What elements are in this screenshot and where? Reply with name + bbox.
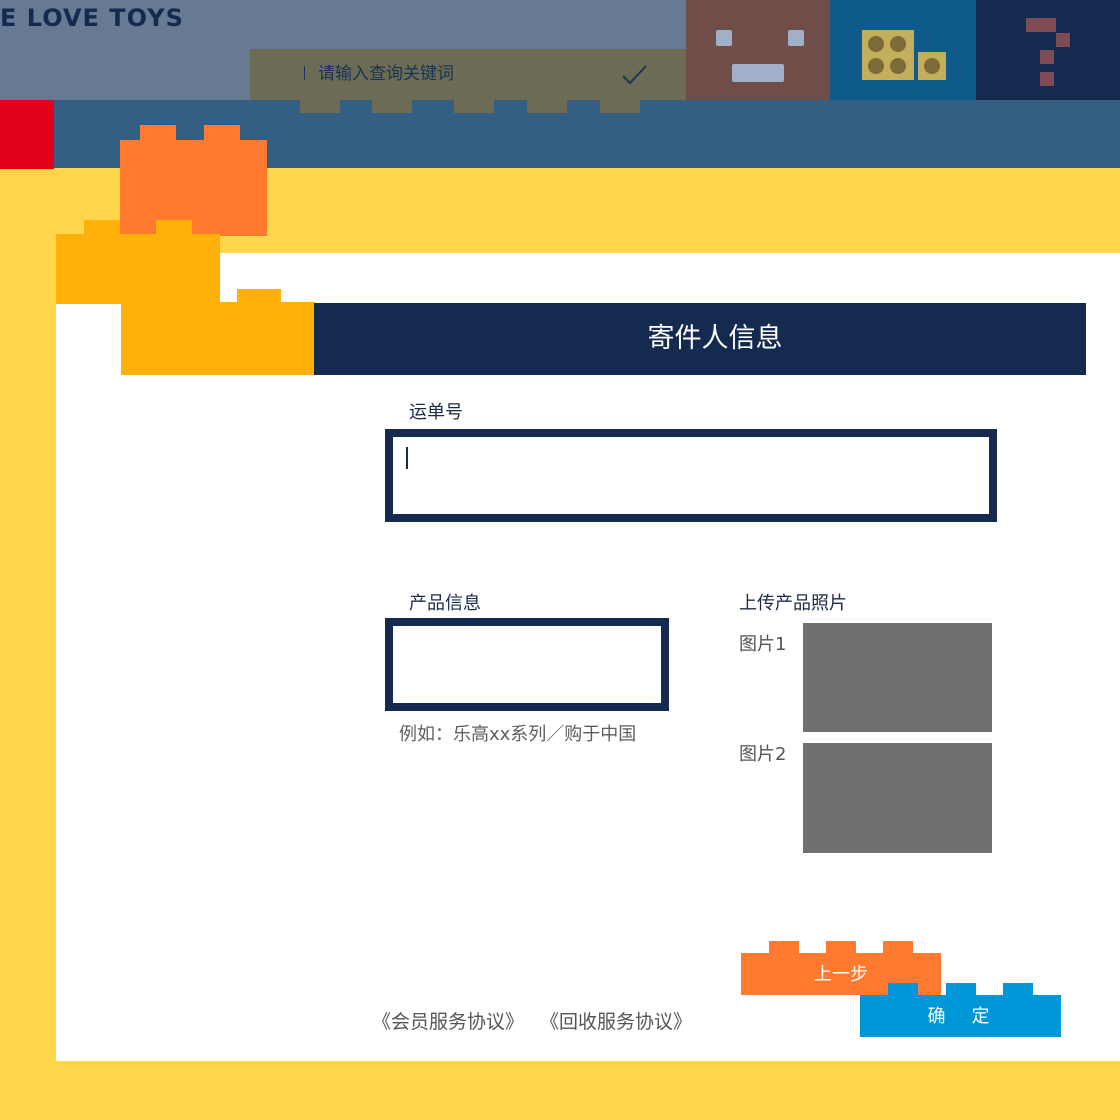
search-bar-stud [454,100,494,113]
brick-2x2-icon [862,30,914,80]
waybill-input[interactable] [385,429,997,522]
figure-piece-icon [1056,33,1070,47]
orange-brick-decoration [120,140,267,236]
search-input[interactable] [318,60,608,88]
recycle-agreement-link[interactable]: 《回收服务协议》 [540,1007,692,1034]
search-bar-stud [600,100,640,113]
yellow-brick-stud [156,220,192,235]
brand-logo-text: E LOVE TOYS [0,4,184,32]
product-info-label: 产品信息 [409,593,481,614]
orange-brick-stud [204,125,240,141]
toy-brick-illustration [830,0,976,100]
search-confirm-icon[interactable] [618,60,650,92]
toy-figure-illustration [976,0,1120,100]
brick-1x1-icon [918,52,946,80]
confirm-button[interactable]: 确 定 [860,995,1061,1037]
figure-piece-icon [1026,18,1056,32]
waybill-label: 运单号 [409,402,463,423]
product-info-hint: 例如：乐高xx系列／购于中国 [399,724,637,745]
product-info-input[interactable] [385,618,669,711]
search-caret [304,66,305,80]
image1-label: 图片1 [739,634,787,655]
yellow-brick-stud [237,289,281,303]
image2-upload-slot[interactable] [803,743,992,853]
page-title: 寄件人信息 [647,323,783,354]
toy-robot-illustration [686,0,830,100]
figure-piece-icon [1040,50,1054,64]
orange-brick-stud [140,125,176,141]
text-cursor [406,447,408,469]
brick-stud-icon [924,58,940,74]
yellow-brick-decoration [56,234,220,304]
robot-mouth-icon [732,64,784,82]
search-bar-stud [527,100,567,113]
image2-label: 图片2 [739,744,787,765]
yellow-brick-decoration [121,302,315,375]
image1-upload-slot[interactable] [803,623,992,732]
red-brick-decoration [0,100,54,169]
brick-stud-icon [868,36,884,52]
brick-stud-icon [890,36,906,52]
search-bar-stud [300,100,340,113]
upload-photos-label: 上传产品照片 [739,593,847,614]
robot-eye-icon [716,30,732,46]
brick-stud-icon [890,58,906,74]
search-bar-stud [372,100,412,113]
robot-eye-icon [788,30,804,46]
member-agreement-link[interactable]: 《会员服务协议》 [372,1007,524,1034]
yellow-brick-stud [84,220,120,235]
figure-piece-icon [1040,72,1054,86]
brick-stud-icon [868,58,884,74]
